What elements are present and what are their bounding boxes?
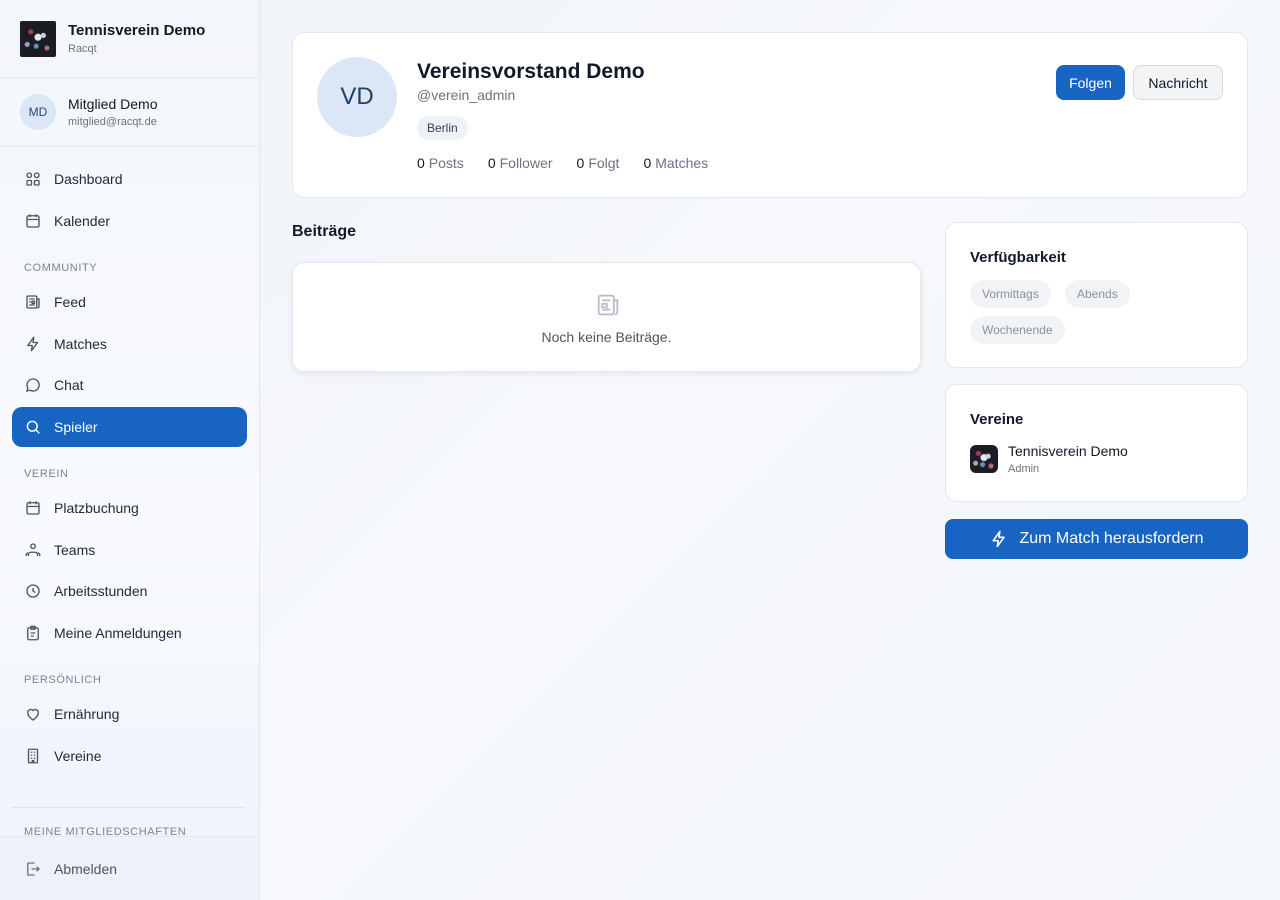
message-button[interactable]: Nachricht [1133, 65, 1223, 100]
profile-avatar: VD [317, 57, 397, 137]
stat-value: 0 [487, 155, 496, 171]
user-email: mitglied@racqt.de [68, 116, 157, 128]
sidebar-item-chat[interactable]: Chat [12, 365, 247, 405]
lightning-icon [24, 335, 42, 353]
club-name[interactable]: Tennisverein Demo [1008, 443, 1128, 459]
stat-value: 0 [417, 155, 425, 171]
sidebar-item-arbeitsstunden[interactable]: Arbeitsstunden [12, 571, 247, 611]
profile-stats: 0 Posts 0 Follower 0 Folgt 0 Matches [417, 155, 732, 171]
calendar-icon [24, 499, 42, 517]
sidebar-item-label: Feed [54, 294, 86, 310]
clock-icon [24, 582, 42, 600]
sidebar-item-label: Spieler [54, 418, 98, 435]
stat-label: Folgt [588, 155, 620, 171]
nav-section-verein: VEREIN [24, 468, 69, 480]
sidebar-item-label: Ernährung [54, 706, 120, 722]
sidebar-item-label: Vereine [54, 747, 102, 764]
calendar-icon [24, 212, 42, 230]
sidebar-item-label: Kalender [54, 212, 111, 229]
sidebar-item-dashboard[interactable]: Dashboard [12, 159, 247, 199]
dashboard-icon [24, 170, 42, 188]
empty-text: Noch keine Beiträge. [541, 329, 672, 345]
sidebar-item-feed[interactable]: Feed [12, 282, 247, 322]
posts-empty-state: Noch keine Beiträge. [292, 262, 921, 372]
sidebar-item-kalender[interactable]: Kalender [12, 201, 247, 241]
stat-value: 0 [643, 155, 652, 171]
search-icon [24, 418, 42, 436]
sidebar-item-label: Platzbuchung [54, 500, 139, 516]
availability-chip: Wochenende [970, 316, 1065, 344]
sidebar-item-spieler[interactable]: Spieler [12, 406, 247, 447]
logout-label: Abmelden [54, 860, 118, 877]
avatar: MD [20, 94, 56, 130]
sidebar-item-matches[interactable]: Matches [12, 324, 247, 364]
stat-matches[interactable]: 0 Matches [643, 155, 708, 171]
profile-name: Vereinsvorstand Demo [417, 60, 645, 83]
stat-label: Matches [655, 155, 709, 171]
club-role: Admin [1008, 463, 1040, 475]
club-logo [20, 20, 56, 57]
challenge-label: Zum Match herausfordern [1019, 530, 1204, 547]
sidebar-item-meine-anmeldungen[interactable]: Meine Anmeldungen [12, 613, 247, 653]
sidebar-divider [12, 807, 245, 808]
user-name: Mitglied Demo [68, 96, 158, 112]
nav-section-community: COMMUNITY [24, 262, 98, 274]
logout-button[interactable]: Abmelden [0, 836, 259, 900]
location-badge: Berlin [417, 116, 468, 140]
lightning-icon [989, 529, 1009, 549]
stat-folgt[interactable]: 0 Folgt [577, 155, 620, 171]
challenge-button[interactable]: Zum Match herausfordern [945, 519, 1248, 559]
teams-icon [24, 541, 42, 559]
sidebar-item-label: Chat [54, 377, 84, 393]
stat-follower[interactable]: 0 Follower [488, 155, 553, 171]
profile-card: VD Vereinsvorstand Demo @verein_admin Be… [292, 32, 1248, 198]
sidebar-item-platzbuchung[interactable]: Platzbuchung [12, 488, 247, 528]
sidebar-item-ernaehrung[interactable]: Ernährung [12, 694, 247, 734]
sidebar-item-label: Teams [54, 541, 96, 558]
chat-icon [24, 376, 42, 394]
building-icon [24, 747, 42, 765]
posts-title: Beiträge [292, 223, 357, 240]
availability-card: Verfügbarkeit Vormittags Abends Wochenen… [945, 222, 1248, 368]
sidebar-item-vereine[interactable]: Vereine [12, 736, 247, 776]
nav-section-persoenlich: PERSÖNLICH [24, 674, 102, 686]
clubs-title: Vereine [970, 411, 1024, 428]
logout-icon [24, 860, 42, 878]
stat-posts[interactable]: 0 Posts [417, 155, 464, 171]
sidebar-item-label: Matches [54, 335, 107, 352]
sidebar-item-label: Dashboard [54, 171, 123, 187]
sidebar: Tennisverein Demo Racqt MD Mitglied Demo… [0, 0, 260, 900]
stat-value: 0 [576, 155, 585, 171]
user-card[interactable]: MD Mitglied Demo mitglied@racqt.de [0, 78, 259, 147]
sidebar-item-teams[interactable]: Teams [12, 530, 247, 570]
brand-header[interactable]: Tennisverein Demo Racqt [0, 0, 259, 78]
heart-icon [24, 705, 42, 723]
availability-chip: Abends [1065, 280, 1130, 308]
clipboard-icon [24, 624, 42, 642]
stat-label: Follower [499, 155, 553, 171]
availability-title: Verfügbarkeit [970, 249, 1066, 266]
brand-name: Tennisverein Demo [68, 22, 206, 39]
sidebar-item-label: Meine Anmeldungen [54, 624, 182, 641]
newspaper-icon [594, 291, 622, 319]
sidebar-item-label: Arbeitsstunden [54, 583, 148, 599]
stat-label: Posts [428, 155, 464, 171]
follow-button[interactable]: Folgen [1056, 65, 1125, 100]
clubs-card: Vereine Tennisverein Demo Admin [945, 384, 1248, 502]
availability-chip: Vormittags [970, 280, 1051, 308]
newspaper-icon [24, 293, 42, 311]
brand-subtitle: Racqt [68, 43, 97, 55]
profile-handle: @verein_admin [417, 87, 516, 103]
sidebar-nav: Dashboard Kalender COMMUNITY Feed Matche… [0, 147, 259, 776]
club-logo [970, 445, 998, 473]
